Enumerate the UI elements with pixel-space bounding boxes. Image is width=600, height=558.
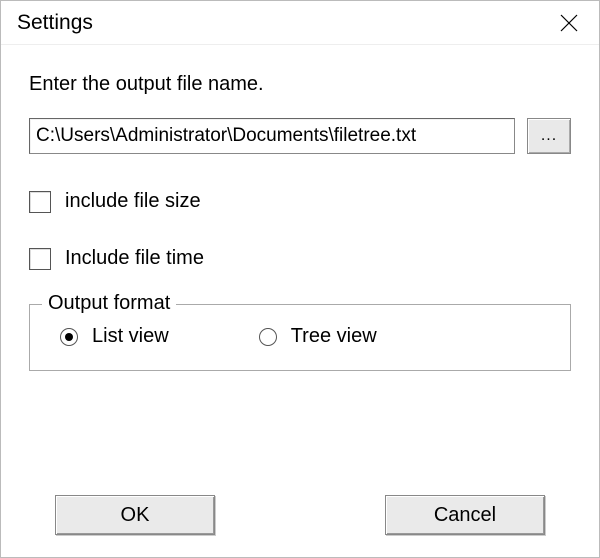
- file-path-row: ...: [29, 118, 571, 154]
- radio-icon: [60, 328, 78, 346]
- tree-view-label: Tree view: [291, 325, 377, 348]
- include-file-size-label: include file size: [65, 190, 201, 213]
- output-format-legend: Output format: [42, 292, 176, 315]
- output-format-radios: List view Tree view: [60, 325, 550, 348]
- settings-dialog: Settings Enter the output file name. ...…: [0, 0, 600, 558]
- tree-view-radio[interactable]: Tree view: [259, 325, 377, 348]
- window-title: Settings: [17, 11, 93, 35]
- close-icon: [560, 14, 578, 32]
- prompt-label: Enter the output file name.: [29, 73, 571, 96]
- dialog-button-row: OK Cancel: [1, 495, 599, 535]
- radio-icon: [259, 328, 277, 346]
- titlebar: Settings: [1, 1, 599, 45]
- checkbox-box-icon: [29, 248, 51, 270]
- list-view-radio[interactable]: List view: [60, 325, 169, 348]
- ok-button[interactable]: OK: [55, 495, 215, 535]
- close-button[interactable]: [547, 1, 591, 45]
- include-file-time-label: Include file time: [65, 247, 204, 270]
- output-file-input[interactable]: [29, 118, 515, 154]
- include-file-time-checkbox[interactable]: Include file time: [29, 247, 571, 270]
- output-format-group: Output format List view Tree view: [29, 304, 571, 371]
- browse-button-label: ...: [541, 127, 557, 145]
- ok-button-label: OK: [121, 504, 150, 526]
- list-view-label: List view: [92, 325, 169, 348]
- browse-button[interactable]: ...: [527, 118, 571, 154]
- cancel-button[interactable]: Cancel: [385, 495, 545, 535]
- cancel-button-label: Cancel: [434, 504, 496, 526]
- dialog-content: Enter the output file name. ... include …: [1, 45, 599, 371]
- checkbox-box-icon: [29, 191, 51, 213]
- include-file-size-checkbox[interactable]: include file size: [29, 190, 571, 213]
